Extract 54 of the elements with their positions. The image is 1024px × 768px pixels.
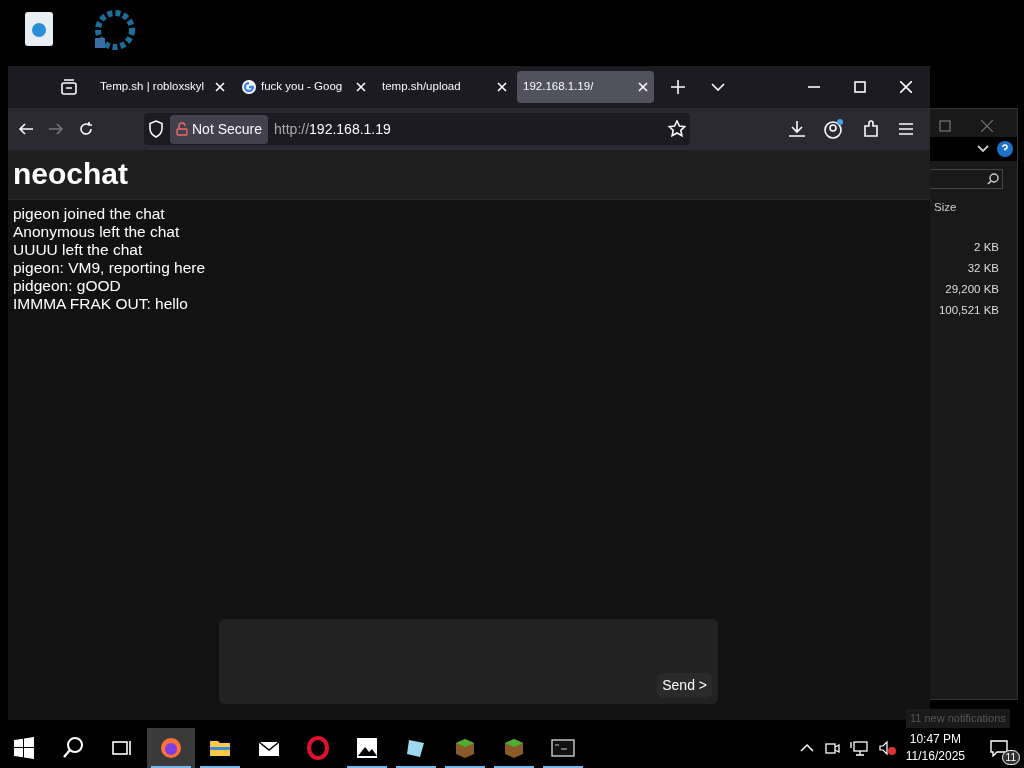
- chat-message: pigeon joined the chat: [13, 205, 166, 223]
- google-icon: [241, 79, 257, 95]
- shield-icon[interactable]: [148, 120, 164, 138]
- tooltip: 11 new notifications: [906, 709, 1010, 728]
- image-icon: [355, 736, 379, 760]
- browser-tab[interactable]: 192.168.1.19/: [517, 71, 654, 103]
- forward-icon: [48, 121, 64, 137]
- network-icon[interactable]: [849, 740, 868, 756]
- browser-tab[interactable]: Temp.sh | robloxskyl: [94, 71, 231, 103]
- firefox-icon: [159, 736, 183, 760]
- grass-block-icon: [502, 736, 526, 760]
- search-icon: [987, 173, 999, 185]
- account-icon[interactable]: [824, 119, 844, 139]
- grass-block-icon: [453, 736, 477, 760]
- download-icon[interactable]: [788, 120, 806, 138]
- notifications-button[interactable]: 11: [975, 728, 1023, 768]
- chevron-down-icon[interactable]: [977, 145, 989, 153]
- column-header[interactable]: Size: [927, 189, 1017, 239]
- clock[interactable]: 10:47 PM 11/16/2025: [905, 731, 965, 765]
- reload-icon[interactable]: [78, 121, 94, 137]
- file-size: 100,521 KB: [937, 303, 1000, 318]
- plus-icon[interactable]: [671, 80, 685, 94]
- extensions-icon[interactable]: [862, 120, 880, 138]
- back-icon[interactable]: [18, 121, 34, 137]
- unlocked-icon: [176, 122, 188, 136]
- send-button[interactable]: Send >: [657, 673, 712, 698]
- url-field[interactable]: http://192.168.1.19: [274, 118, 662, 140]
- opera-icon: [306, 736, 330, 760]
- file-size: 2 KB: [973, 240, 1000, 255]
- chevron-up-icon[interactable]: [799, 743, 814, 753]
- windows-icon: [12, 736, 36, 760]
- security-button[interactable]: Not Secure: [170, 114, 269, 144]
- star-icon[interactable]: [668, 120, 686, 138]
- search-icon: [61, 736, 85, 760]
- page-title: neochat: [13, 156, 130, 192]
- camera-icon[interactable]: [823, 740, 840, 756]
- help-icon[interactable]: [997, 141, 1013, 157]
- browser-tab[interactable]: temp.sh/upload: [376, 71, 513, 103]
- message-input[interactable]: Send >: [219, 619, 718, 704]
- search-field[interactable]: [927, 169, 1003, 189]
- terminal-icon: [551, 736, 575, 760]
- file-size: 29,200 KB: [944, 282, 1000, 297]
- chat-message: Anonymous left the chat: [13, 223, 181, 241]
- gear-icon[interactable]: [93, 8, 137, 52]
- browser-tab[interactable]: fuck you - Goog: [235, 71, 372, 103]
- chat-message: IMMMA FRAK OUT: hello: [13, 295, 189, 313]
- file-size: 32 KB: [966, 261, 1000, 276]
- tab-list-icon[interactable]: [60, 78, 78, 96]
- chat-message: UUUU left the chat: [13, 241, 144, 259]
- chat-message: pigeon: VM9, reporting here: [13, 259, 207, 277]
- notification-count: 11: [1001, 750, 1020, 765]
- volume-muted-icon[interactable]: [877, 740, 896, 756]
- chat-message: pidgeon: gOOD: [13, 277, 122, 295]
- menu-icon[interactable]: [898, 122, 914, 136]
